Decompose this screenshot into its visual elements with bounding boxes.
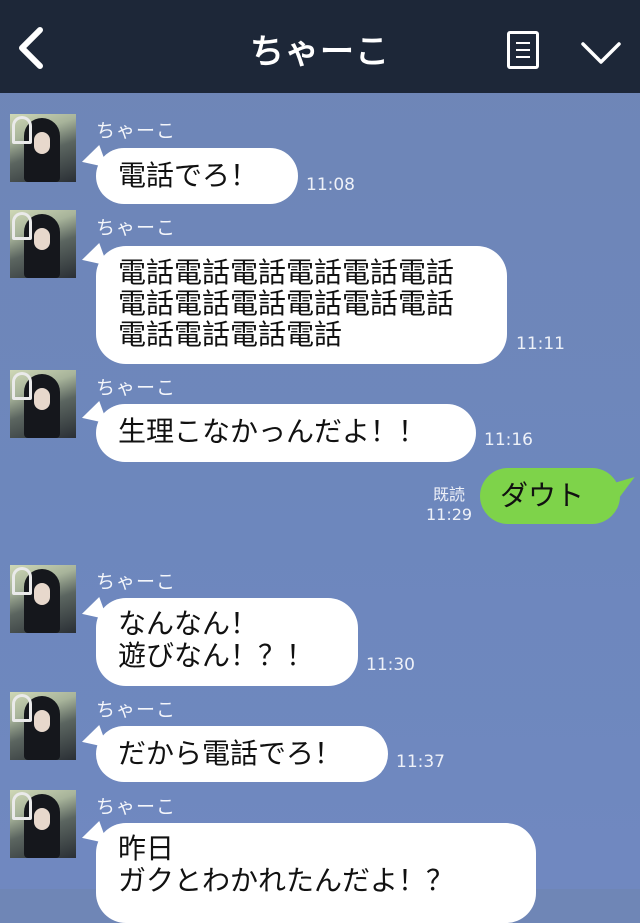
message-bubble[interactable]: 電話でろ！ <box>96 148 298 204</box>
collapse-button[interactable] <box>580 38 622 68</box>
message-time: 11:08 <box>306 175 355 195</box>
avatar[interactable] <box>10 210 76 278</box>
menu-icon <box>516 42 530 44</box>
menu-icon-line <box>516 56 530 58</box>
sender-name: ちゃーこ <box>96 120 177 142</box>
menu-icon-line <box>516 49 530 51</box>
message-time: 11:37 <box>396 752 445 772</box>
message-time: 11:11 <box>516 334 565 354</box>
message-bubble[interactable]: 生理こなかっんだよ！！ <box>96 404 476 462</box>
menu-button[interactable] <box>507 31 539 69</box>
avatar[interactable] <box>10 692 76 760</box>
avatar[interactable] <box>10 370 76 438</box>
sender-name: ちゃーこ <box>96 796 177 818</box>
sender-name: ちゃーこ <box>96 699 177 721</box>
message-bubble[interactable]: 昨日 ガクとわかれたんだよ！？ <box>96 823 536 923</box>
sender-name: ちゃーこ <box>96 377 177 399</box>
chat-header: ちゃーこ <box>0 0 640 93</box>
message-bubble[interactable]: だから電話でろ！ <box>96 726 388 782</box>
chat-title: ちゃーこ <box>250 32 390 72</box>
message-bubble[interactable]: なんなん！ 遊びなん！？！ <box>96 598 358 686</box>
message-time: 11:29 <box>426 505 473 524</box>
avatar[interactable] <box>10 565 76 633</box>
avatar[interactable] <box>10 790 76 858</box>
read-receipt: 既読 11:29 <box>426 485 472 525</box>
message-time: 11:30 <box>366 655 415 675</box>
message-time: 11:16 <box>484 430 533 450</box>
message-bubble-outgoing[interactable]: ダウト <box>480 468 620 524</box>
avatar[interactable] <box>10 114 76 182</box>
chevron-down-icon <box>581 42 621 64</box>
read-label: 既読 <box>432 485 465 504</box>
sender-name: ちゃーこ <box>96 571 177 593</box>
message-bubble[interactable]: 電話電話電話電話電話電話 電話電話電話電話電話電話 電話電話電話電話 <box>96 246 507 364</box>
sender-name: ちゃーこ <box>96 217 177 239</box>
